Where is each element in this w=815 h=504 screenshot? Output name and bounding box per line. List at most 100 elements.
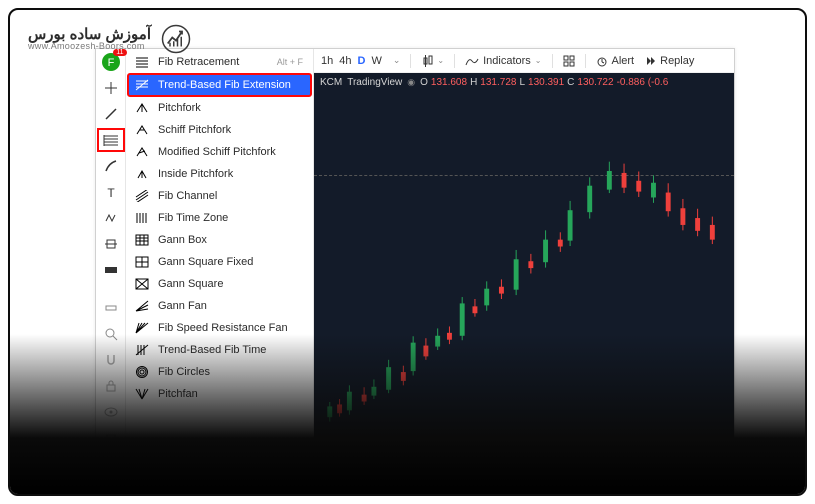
tool-icon [134, 233, 150, 247]
tool-icon [134, 189, 150, 203]
ticker-bar: KCM TradingView ◉ O131.608 H131.728 L130… [314, 73, 734, 91]
tool-icon [134, 277, 150, 291]
tool-pitchfan[interactable]: Pitchfan [126, 383, 313, 405]
trash-icon[interactable] [100, 429, 122, 447]
tool-label: Gann Square Fixed [158, 256, 253, 268]
svg-text:T: T [107, 186, 115, 198]
trendline-tool-icon[interactable] [100, 105, 122, 123]
brand-title: آموزش ساده بورس [28, 27, 151, 42]
svg-text:F: F [107, 57, 114, 69]
tool-trend-based-fib-time[interactable]: Trend-Based Fib Time [126, 339, 313, 361]
tool-gann-square[interactable]: Gann Square [126, 273, 313, 295]
tool-label: Fib Time Zone [158, 212, 228, 224]
tool-label: Pitchfork [158, 102, 201, 114]
tool-icon [134, 211, 150, 225]
timeframe-1h[interactable]: 1h [320, 55, 334, 67]
tradingview-window: F T [95, 48, 735, 468]
tool-gann-fan[interactable]: Gann Fan [126, 295, 313, 317]
tool-gann-square-fixed[interactable]: Gann Square Fixed [126, 251, 313, 273]
fib-retracement-icon [134, 55, 150, 69]
alert-clock-icon [596, 55, 608, 67]
tool-label: Gann Square [158, 278, 223, 290]
tool-icon [134, 101, 150, 115]
timeframe-dropdown-icon[interactable]: ⌄ [393, 55, 401, 66]
ticker-source: KCM [320, 77, 342, 88]
magnet-icon[interactable] [100, 351, 122, 369]
cursor-tool-icon[interactable] [100, 79, 122, 97]
tool-fib-time-zone[interactable]: Fib Time Zone [126, 207, 313, 229]
forecast-tool-icon[interactable] [100, 235, 122, 253]
drawing-tools-menu: Fib Retracement Alt + F Trend-Based Fib … [126, 49, 314, 467]
tool-label: Fib Circles [158, 366, 210, 378]
pattern-tool-icon[interactable] [100, 209, 122, 227]
ticker-provider: TradingView [347, 77, 402, 88]
ohlc-readout: O131.608 H131.728 L130.391 C130.722 -0.8… [420, 77, 668, 88]
brand-logo-icon [161, 24, 191, 54]
tool-label: Gann Box [158, 234, 207, 246]
tool-label: Inside Pitchfork [158, 168, 233, 180]
layout-grid-button[interactable] [563, 55, 575, 67]
tool-label: Trend-Based Fib Time [158, 344, 266, 356]
replay-icon [644, 55, 656, 67]
tool-pitchfork[interactable]: Pitchfork [126, 97, 313, 119]
brand-url: www.Amoozesh-Boors.com [28, 42, 151, 51]
indicators-label: Indicators [483, 55, 531, 67]
tool-trend-based-fib-extension[interactable]: Trend-Based Fib Extension [128, 74, 311, 96]
tool-schiff-pitchfork[interactable]: Schiff Pitchfork [126, 119, 313, 141]
candle-style-button[interactable]: ⌄ [421, 54, 444, 68]
tool-icon [134, 321, 150, 335]
chart-panel: 1h 4h DW ⌄ ⌄ Indicators ⌄ [314, 49, 734, 467]
eye-icon[interactable] [100, 403, 122, 421]
tool-gann-box[interactable]: Gann Box [126, 229, 313, 251]
tool-icon [134, 167, 150, 181]
candlestick-chart [318, 93, 730, 446]
tool-label: Fib Speed Resistance Fan [158, 322, 288, 334]
indicators-button[interactable]: Indicators ⌄ [465, 55, 541, 67]
tool-shortcut: Alt + F [277, 57, 303, 67]
visibility-eye-icon[interactable]: ◉ [407, 77, 415, 88]
timeframe-switcher: 1h 4h DW [320, 55, 383, 67]
brush-tool-icon[interactable] [100, 157, 122, 175]
measure-tool-icon[interactable] [100, 261, 122, 279]
grid-icon [563, 55, 575, 67]
replay-button[interactable]: Replay [644, 55, 694, 67]
tool-icon [134, 145, 150, 159]
tool-label: Fib Retracement [158, 56, 239, 68]
timeframe-4h[interactable]: 4h [338, 55, 352, 67]
tool-icon [134, 299, 150, 313]
vertical-toolbar: F T [96, 49, 126, 467]
alert-label: Alert [612, 55, 635, 67]
tool-icon [134, 365, 150, 379]
tool-icon [134, 255, 150, 269]
indicators-icon [465, 55, 479, 67]
fib-tool-icon[interactable] [100, 131, 122, 149]
chart-topbar: 1h 4h DW ⌄ ⌄ Indicators ⌄ [314, 49, 734, 73]
tool-fib-channel[interactable]: Fib Channel [126, 185, 313, 207]
lock-icon[interactable] [100, 377, 122, 395]
candle-icon [421, 54, 433, 68]
tool-label: Pitchfan [158, 388, 198, 400]
tool-modified-schiff-pitchfork[interactable]: Modified Schiff Pitchfork [126, 141, 313, 163]
tool-icon [134, 387, 150, 401]
tool-label: Modified Schiff Pitchfork [158, 146, 276, 158]
timeframe-W[interactable]: W [370, 55, 382, 67]
tool-icon [134, 343, 150, 357]
timeframe-D[interactable]: D [357, 55, 367, 67]
tool-fib-circles[interactable]: Fib Circles [126, 361, 313, 383]
chart-canvas[interactable]: KCM TradingView ◉ O131.608 H131.728 L130… [314, 73, 734, 467]
ruler-icon[interactable] [100, 299, 122, 317]
tool-icon [134, 78, 150, 92]
tool-fib-speed-resistance-fan[interactable]: Fib Speed Resistance Fan [126, 317, 313, 339]
tool-icon [134, 123, 150, 137]
text-tool-icon[interactable]: T [100, 183, 122, 201]
profile-icon[interactable]: F [100, 53, 122, 71]
tool-label: Gann Fan [158, 300, 207, 312]
tool-fib-retracement[interactable]: Fib Retracement Alt + F [126, 51, 313, 73]
zoom-icon[interactable] [100, 325, 122, 343]
site-branding: آموزش ساده بورس www.Amoozesh-Boors.com [28, 24, 191, 54]
alert-button[interactable]: Alert [596, 55, 635, 67]
tool-inside-pitchfork[interactable]: Inside Pitchfork [126, 163, 313, 185]
tool-label: Fib Channel [158, 190, 217, 202]
replay-label: Replay [660, 55, 694, 67]
tool-label: Trend-Based Fib Extension [158, 79, 291, 91]
